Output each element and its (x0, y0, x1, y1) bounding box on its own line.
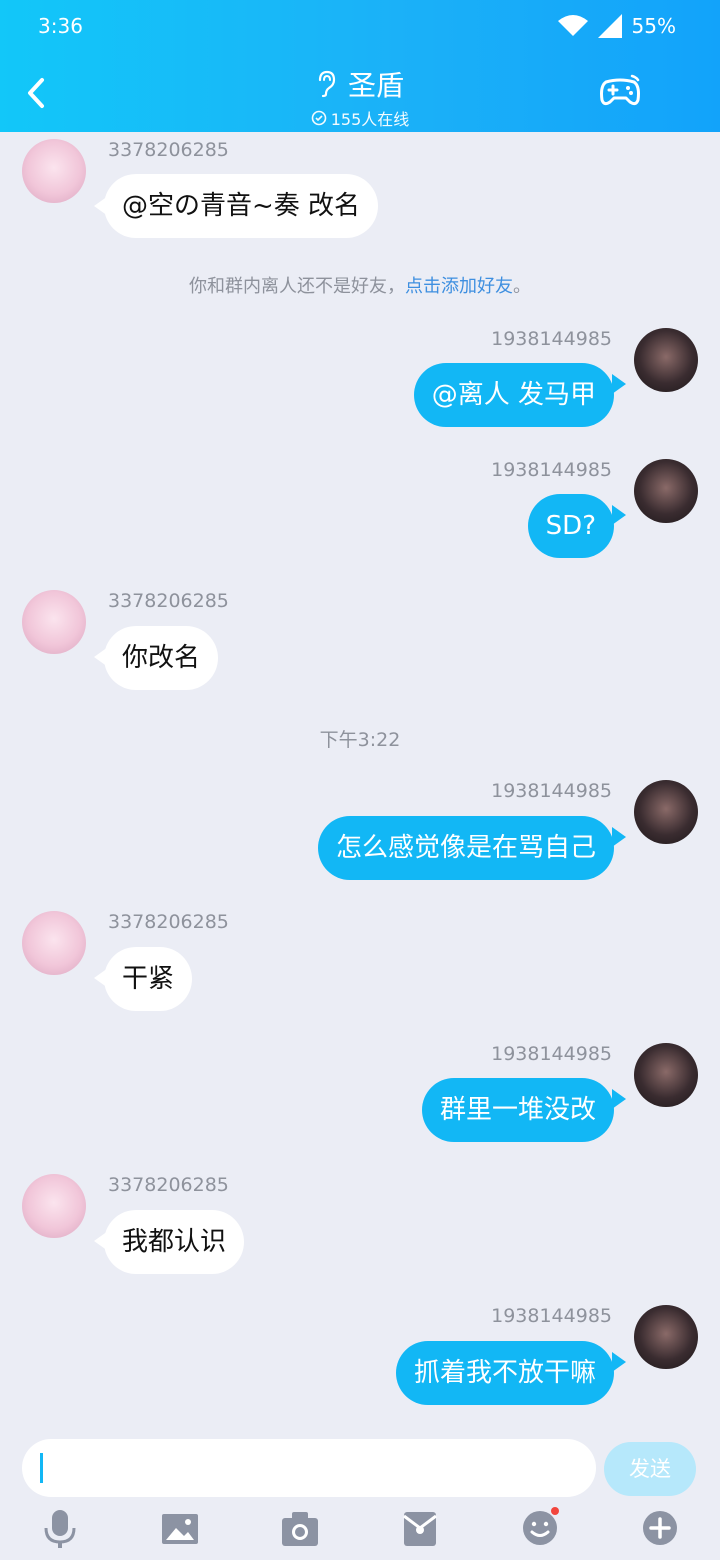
image-icon[interactable] (160, 1506, 200, 1550)
message-bubble[interactable]: @空の青音~奏 改名 (104, 174, 379, 238)
message-input[interactable] (22, 1439, 596, 1497)
bubble-tail (612, 505, 626, 525)
sender-id: 3378206285 (108, 139, 229, 161)
mic-icon[interactable] (40, 1506, 80, 1550)
message-bubble[interactable]: @离人 发马甲 (413, 363, 614, 427)
friend-notice: 你和群内离人还不是好友，点击添加好友。 (0, 272, 720, 298)
member-avatar[interactable] (22, 911, 86, 975)
sender-id: 3378206285 (108, 911, 229, 933)
sender-id: 1938144985 (491, 459, 612, 481)
sender-id: 1938144985 (491, 780, 612, 802)
self-avatar[interactable] (634, 459, 698, 523)
self-avatar[interactable] (634, 1043, 698, 1107)
ear-icon (318, 70, 336, 98)
bubble-tail (612, 1352, 626, 1372)
status-icons: 55% (557, 14, 676, 38)
sender-id: 1938144985 (491, 1305, 612, 1327)
bubble-tail (612, 827, 626, 847)
plus-icon[interactable] (640, 1506, 680, 1550)
camera-icon[interactable] (280, 1506, 320, 1550)
bubble-tail (612, 374, 626, 394)
sender-id: 3378206285 (108, 1174, 229, 1196)
emoji-icon[interactable] (520, 1506, 560, 1550)
chat-header: 3:36 55% 圣盾 155人在线 (0, 0, 720, 132)
message-bubble[interactable]: 群里一堆没改 (421, 1078, 614, 1142)
battery-level: 55% (631, 14, 676, 38)
text-caret (40, 1453, 43, 1483)
online-count: 155人在线 (330, 110, 410, 129)
member-avatar[interactable] (22, 1174, 86, 1238)
gamepad-icon[interactable] (598, 74, 642, 110)
message-bubble[interactable]: 你改名 (104, 626, 219, 690)
status-time: 3:36 (38, 14, 83, 38)
self-avatar[interactable] (634, 328, 698, 392)
message-bubble[interactable]: 我都认识 (104, 1210, 245, 1274)
send-button[interactable]: 发送 (604, 1442, 696, 1496)
sender-id: 1938144985 (491, 1043, 612, 1065)
message-bubble[interactable]: SD? (527, 494, 614, 558)
page-title: 圣盾 (347, 69, 404, 102)
bubble-tail (612, 1089, 626, 1109)
red-packet-icon[interactable] (400, 1506, 440, 1550)
sender-id: 3378206285 (108, 590, 229, 612)
wifi-icon (557, 15, 588, 36)
signal-icon (597, 14, 622, 38)
self-avatar[interactable] (634, 1305, 698, 1369)
message-bubble[interactable]: 怎么感觉像是在骂自己 (317, 816, 614, 880)
member-avatar[interactable] (22, 590, 86, 654)
message-bubble[interactable]: 抓着我不放干嘛 (395, 1341, 614, 1405)
add-friend-link[interactable]: 点击添加好友 (405, 276, 513, 297)
member-avatar[interactable] (22, 139, 86, 203)
notice-suffix: 。 (513, 276, 531, 297)
sender-id: 1938144985 (491, 328, 612, 350)
online-status-icon (311, 110, 327, 126)
message-bubble[interactable]: 干紧 (104, 947, 193, 1011)
self-avatar[interactable] (634, 780, 698, 844)
time-separator: 下午3:22 (319, 729, 401, 751)
notice-text: 你和群内离人还不是好友， (189, 276, 405, 297)
